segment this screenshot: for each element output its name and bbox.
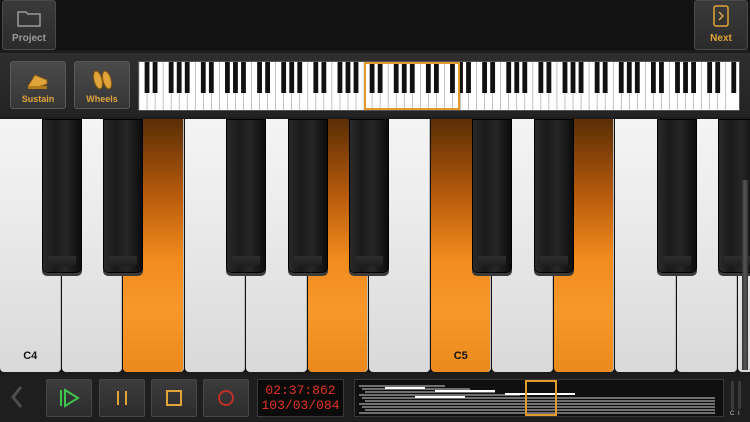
mini-black-key: [490, 62, 496, 93]
keyboard-scroll-handle[interactable]: [742, 180, 748, 370]
key-note-label: C4: [23, 350, 38, 362]
mini-black-key: [208, 62, 214, 93]
control-strip: Sustain Wheels: [0, 53, 750, 117]
top-bar: Project Next: [0, 0, 750, 50]
mini-black-key: [731, 62, 737, 93]
project-label: Project: [12, 33, 46, 44]
mini-black-key: [650, 62, 656, 93]
mini-black-key: [176, 62, 182, 93]
project-button[interactable]: Project: [2, 0, 56, 50]
meter-bar-right: [738, 381, 741, 409]
next-label: Next: [710, 33, 732, 44]
overview-range-selector[interactable]: [525, 380, 557, 416]
mini-black-key: [522, 62, 528, 93]
mini-black-key: [297, 62, 303, 93]
mini-black-key: [313, 62, 319, 93]
play-icon: [60, 388, 80, 408]
time-display: 02:37:862 103/03/084: [257, 379, 344, 417]
black-key-f#5[interactable]: [656, 119, 697, 273]
mini-black-key: [337, 62, 343, 93]
mini-black-key: [691, 62, 696, 93]
time-position: 02:37:862: [265, 383, 336, 398]
black-key-d#5[interactable]: [533, 119, 574, 273]
wheels-icon: [92, 70, 113, 90]
transport-bar: 02:37:862 103/03/084 C I: [0, 375, 750, 422]
black-key-g#4[interactable]: [287, 119, 328, 273]
sustain-label: Sustain: [21, 94, 55, 104]
mini-black-key: [265, 62, 271, 93]
mini-black-key: [538, 62, 544, 93]
mini-black-key: [482, 62, 488, 93]
mini-black-key: [570, 62, 576, 93]
sustain-pedal-icon: [27, 74, 48, 90]
bar-beat-position: 103/03/084: [261, 398, 340, 413]
key-note-label: C5: [453, 350, 468, 362]
mini-black-key: [345, 62, 351, 93]
meter-label-i: I: [738, 411, 740, 417]
record-icon: [218, 390, 234, 406]
mini-black-key: [168, 62, 174, 93]
pause-button[interactable]: [99, 379, 145, 417]
next-button[interactable]: Next: [694, 0, 748, 50]
folder-icon: [17, 11, 41, 27]
mini-black-key: [506, 62, 512, 93]
mini-black-key: [514, 62, 520, 93]
mini-black-key: [634, 62, 640, 93]
stop-button[interactable]: [151, 379, 197, 417]
meter-bar-left: [731, 381, 734, 409]
mini-black-key: [241, 62, 246, 93]
mini-black-key: [626, 62, 632, 93]
piano-app: Project Next Sustain Wheels C4 C5 02:37:…: [0, 0, 750, 422]
next-arrow-icon: [713, 5, 729, 27]
visible-range-selector[interactable]: [364, 62, 460, 110]
piano-keyboard[interactable]: C4 C5: [0, 119, 750, 372]
meter-label-c: C: [730, 411, 735, 417]
mini-black-key: [321, 62, 327, 93]
mini-black-key: [233, 62, 238, 93]
keyboard-overview[interactable]: [138, 61, 740, 111]
mini-black-key: [659, 62, 664, 93]
chevron-left-icon[interactable]: [10, 385, 32, 411]
level-meter: C I: [729, 379, 745, 417]
mini-black-key: [594, 62, 600, 93]
play-button[interactable]: [46, 379, 92, 417]
mini-black-key: [683, 62, 688, 93]
mini-black-key: [144, 62, 150, 93]
mini-black-key: [184, 62, 190, 93]
mini-black-key: [200, 62, 206, 93]
pause-icon: [117, 391, 127, 405]
mini-black-key: [707, 62, 713, 93]
record-button[interactable]: [203, 379, 249, 417]
mini-black-key: [546, 62, 552, 93]
sustain-button[interactable]: Sustain: [10, 61, 66, 109]
mini-black-key: [562, 62, 568, 93]
wheels-label: Wheels: [86, 94, 118, 104]
mini-black-key: [289, 62, 295, 93]
mini-black-key: [225, 62, 230, 93]
mini-black-key: [353, 62, 359, 93]
mini-black-key: [466, 62, 471, 93]
black-key-c#5[interactable]: [472, 119, 512, 273]
mini-black-key: [152, 62, 158, 93]
song-overview[interactable]: [354, 379, 724, 417]
black-key-c#4[interactable]: [41, 119, 82, 273]
mini-black-key: [578, 62, 584, 93]
mini-black-key: [281, 62, 287, 93]
mini-black-key: [715, 62, 721, 93]
stop-icon: [166, 390, 182, 406]
mini-black-key: [602, 62, 608, 93]
black-key-f#4[interactable]: [226, 119, 266, 273]
black-key-a#4[interactable]: [349, 119, 389, 273]
wheels-button[interactable]: Wheels: [74, 61, 130, 109]
mini-black-key: [675, 62, 680, 93]
mini-black-key: [257, 62, 262, 93]
mini-black-key: [618, 62, 624, 93]
black-key-d#4[interactable]: [103, 119, 143, 273]
